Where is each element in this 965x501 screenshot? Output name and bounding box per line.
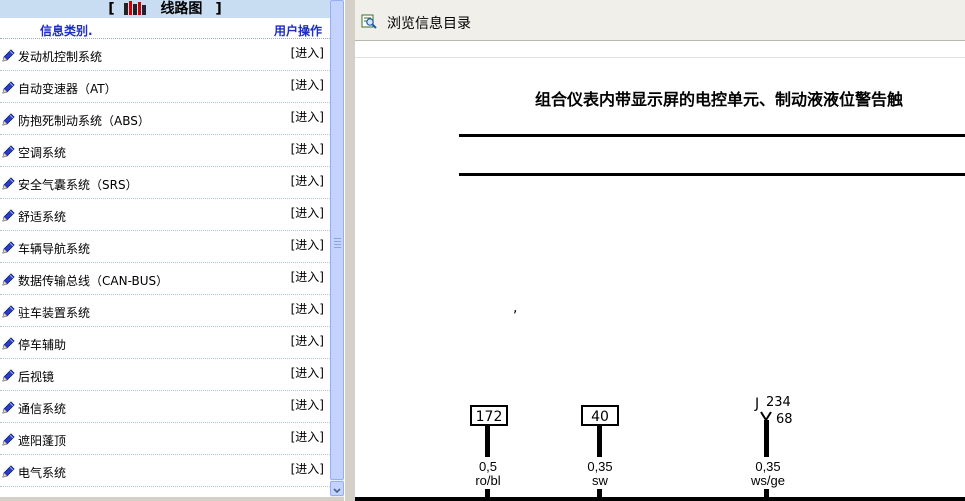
document-toolbar: 浏览信息目录 bbox=[355, 0, 965, 41]
category-row: 车辆导航系统 [进入] bbox=[0, 231, 330, 263]
category-label[interactable]: 遮阳蓬顶 bbox=[18, 432, 66, 449]
component-j-label: J bbox=[754, 396, 759, 412]
enter-link[interactable]: [进入] bbox=[291, 300, 324, 317]
panel-title-text: 线路图 bbox=[160, 1, 203, 17]
enter-link[interactable]: [进入] bbox=[291, 332, 324, 349]
wire-40: 40 0,35 sw bbox=[581, 405, 619, 501]
terminal-172-label: 172 bbox=[476, 409, 503, 425]
document-title: 组合仪表内带显示屏的电控单元、制动液液位警告触 bbox=[535, 90, 904, 109]
category-row: 发动机控制系统 [进入] bbox=[0, 39, 330, 71]
browse-catalog-icon[interactable] bbox=[361, 13, 377, 29]
category-row: 安全气囊系统（SRS） [进入] bbox=[0, 167, 330, 199]
title-bracket-open: [ bbox=[108, 1, 115, 17]
divider bbox=[355, 57, 965, 58]
category-row: 数据传输总线（CAN-BUS） [进入] bbox=[0, 263, 330, 295]
category-row: 驻车装置系统 [进入] bbox=[0, 295, 330, 327]
category-label[interactable]: 通信系统 bbox=[18, 400, 66, 417]
category-row: 停车辅助 [进入] bbox=[0, 327, 330, 359]
scroll-down-button[interactable] bbox=[330, 481, 344, 496]
category-label[interactable]: 安全气囊系统（SRS） bbox=[18, 176, 138, 193]
enter-link[interactable]: [进入] bbox=[291, 76, 324, 93]
wire-j234: J 234 68 0,35 ws/ge bbox=[750, 395, 793, 501]
wiring-diagram: 172 0,5 ro/bl 40 0,35 sw J 234 68 0,35 w… bbox=[470, 395, 793, 501]
left-scrollbar[interactable] bbox=[330, 0, 344, 497]
chevron-down-icon bbox=[333, 488, 341, 494]
column-category: 信息类别. bbox=[40, 24, 93, 38]
category-label[interactable]: 后视镜 bbox=[18, 368, 54, 385]
enter-link[interactable]: [进入] bbox=[291, 428, 324, 445]
category-label[interactable]: 自动变速器（AT） bbox=[18, 80, 117, 97]
pencil-icon bbox=[2, 401, 15, 414]
wire-172-gauge: 0,5 bbox=[479, 459, 497, 474]
book-icon bbox=[123, 1, 146, 15]
title-rule-top bbox=[459, 134, 965, 137]
column-action: 用户操作 bbox=[273, 24, 322, 38]
enter-link[interactable]: [进入] bbox=[291, 172, 324, 189]
pencil-icon bbox=[2, 241, 15, 254]
pin-68-label: 68 bbox=[776, 412, 793, 427]
wire-j234-color: ws/ge bbox=[750, 473, 785, 488]
enter-link[interactable]: [进入] bbox=[291, 236, 324, 253]
category-row: 空调系统 [进入] bbox=[0, 135, 330, 167]
terminal-40-label: 40 bbox=[591, 409, 609, 425]
enter-link[interactable]: [进入] bbox=[291, 460, 324, 477]
enter-link[interactable]: [进入] bbox=[291, 268, 324, 285]
panel-title: [ 线路图 ] bbox=[0, 0, 330, 18]
category-label[interactable]: 停车辅助 bbox=[18, 336, 66, 353]
category-row: 后视镜 [进入] bbox=[0, 359, 330, 391]
wire-40-gauge: 0,35 bbox=[587, 459, 612, 474]
category-row: 自动变速器（AT） [进入] bbox=[0, 71, 330, 103]
category-row: 舒适系统 [进入] bbox=[0, 199, 330, 231]
wire-j234-gauge: 0,35 bbox=[755, 459, 780, 474]
title-rule-bottom bbox=[459, 173, 965, 176]
enter-link[interactable]: [进入] bbox=[291, 44, 324, 61]
category-label[interactable]: 发动机控制系统 bbox=[18, 48, 102, 65]
stray-mark: , bbox=[513, 300, 518, 316]
pencil-icon bbox=[2, 145, 15, 158]
category-label[interactable]: 车辆导航系统 bbox=[18, 240, 90, 257]
enter-link[interactable]: [进入] bbox=[291, 364, 324, 381]
category-row: 电气系统 [进入] bbox=[0, 455, 330, 487]
category-row: 通信系统 [进入] bbox=[0, 391, 330, 423]
component-num-label: 234 bbox=[766, 395, 791, 410]
enter-link[interactable]: [进入] bbox=[291, 108, 324, 125]
category-label[interactable]: 电气系统 bbox=[18, 464, 66, 481]
category-label[interactable]: 空调系统 bbox=[18, 144, 66, 161]
pencil-icon bbox=[2, 305, 15, 318]
wire-40-color: sw bbox=[592, 473, 609, 488]
document-panel: 浏览信息目录 组合仪表内带显示屏的电控单元、制动液液位警告触 , 172 0,5… bbox=[355, 0, 965, 501]
wire-172: 172 0,5 ro/bl bbox=[470, 405, 508, 501]
category-panel: [ 线路图 ] 信息类别. 用户操作 发动机控制系统 [进入] 自动变速器（AT） [… bbox=[0, 0, 330, 497]
pencil-icon bbox=[2, 209, 15, 222]
category-label[interactable]: 防抱死制动系统（ABS） bbox=[18, 112, 150, 129]
category-list: 发动机控制系统 [进入] 自动变速器（AT） [进入] 防抱死制动系统（ABS） [进入]… bbox=[0, 39, 330, 487]
toolbar-title[interactable]: 浏览信息目录 bbox=[387, 13, 471, 33]
category-row: 防抱死制动系统（ABS） [进入] bbox=[0, 103, 330, 135]
bottom-border bbox=[355, 497, 965, 501]
pencil-icon bbox=[2, 433, 15, 446]
category-label[interactable]: 数据传输总线（CAN-BUS） bbox=[18, 272, 168, 289]
pencil-icon bbox=[2, 273, 15, 286]
enter-link[interactable]: [进入] bbox=[291, 204, 324, 221]
pencil-icon bbox=[2, 337, 15, 350]
pencil-icon bbox=[2, 177, 15, 190]
scrollbar-thumb[interactable] bbox=[330, 0, 344, 480]
enter-link[interactable]: [进入] bbox=[291, 396, 324, 413]
pencil-icon bbox=[2, 49, 15, 62]
column-headers: 信息类别. 用户操作 bbox=[0, 18, 330, 39]
pencil-icon bbox=[2, 465, 15, 478]
pencil-icon bbox=[2, 81, 15, 94]
category-label[interactable]: 舒适系统 bbox=[18, 208, 66, 225]
category-row: 遮阳蓬顶 [进入] bbox=[0, 423, 330, 455]
wire-172-color: ro/bl bbox=[475, 473, 500, 488]
title-bracket-close: ] bbox=[215, 1, 222, 17]
splitter[interactable] bbox=[344, 0, 355, 501]
enter-link[interactable]: [进入] bbox=[291, 140, 324, 157]
category-label[interactable]: 驻车装置系统 bbox=[18, 304, 90, 321]
pencil-icon bbox=[2, 369, 15, 382]
pencil-icon bbox=[2, 113, 15, 126]
